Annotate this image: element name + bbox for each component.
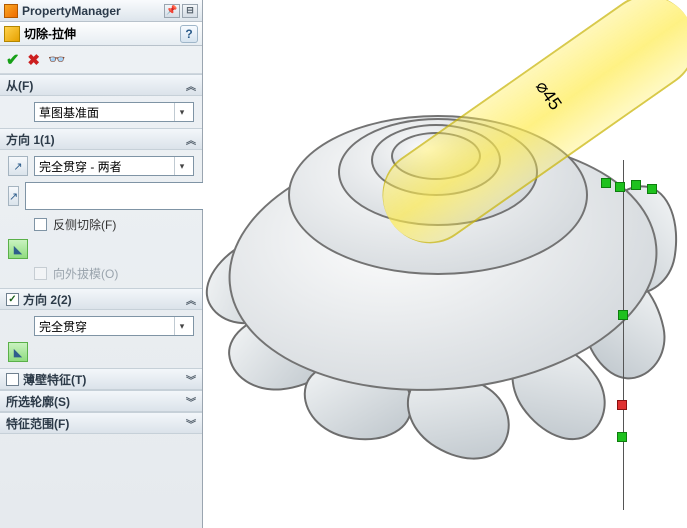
start-condition-dropdown[interactable]: 草图基准面 ▾ [34, 102, 194, 122]
section-title-dir2: 方向 2(2) [23, 291, 72, 308]
section-header-contours[interactable]: 所选轮廓(S) ︾ [0, 390, 202, 412]
thin-enable-checkbox[interactable]: ✓ [6, 373, 19, 386]
section-header-dir1[interactable]: 方向 1(1) ︽ [0, 128, 202, 150]
drag-handle[interactable] [615, 182, 625, 192]
draft-button[interactable]: ◣ [8, 239, 28, 259]
chevron-down-icon: ▾ [174, 157, 189, 175]
draft-outward-label: 向外拔模(O) [53, 265, 118, 282]
feature-name: 切除-拉伸 [24, 25, 180, 42]
chevron-down-icon: ︾ [186, 394, 196, 409]
flip-side-checkbox-row[interactable]: 反侧切除(F) [8, 216, 194, 233]
section-title-thin: 薄壁特征(T) [23, 371, 86, 388]
chevron-up-icon: ︽ [186, 292, 196, 307]
section-title-from: 从(F) [6, 77, 33, 94]
flip-side-checkbox[interactable] [34, 218, 47, 231]
graphics-viewport[interactable]: ⌀45 145 [203, 0, 687, 528]
section-title-contours: 所选轮廓(S) [6, 393, 70, 410]
panel-title: PropertyManager [22, 4, 121, 18]
centerline [623, 160, 624, 510]
split-button[interactable]: ⊟ [182, 4, 198, 18]
section-header-from[interactable]: 从(F) ︽ [0, 74, 202, 96]
panel-titlebar: PropertyManager 📌 ⊟ [0, 0, 202, 22]
dir2-end-condition-value: 完全贯穿 [39, 318, 87, 335]
dir1-end-condition-dropdown[interactable]: 完全贯穿 - 两者 ▾ [34, 156, 194, 176]
draft-outward-checkbox [34, 267, 47, 280]
section-body-from: 草图基准面 ▾ [0, 96, 202, 128]
action-row: ✔ ✖ 👓 [0, 46, 202, 74]
model-preview [213, 60, 673, 470]
chevron-down-icon: ︾ [186, 416, 196, 431]
drag-handle[interactable] [647, 184, 657, 194]
dir1-end-condition-value: 完全贯穿 - 两者 [39, 158, 122, 175]
ok-button[interactable]: ✔ [6, 50, 19, 70]
cut-extrude-icon [4, 26, 20, 42]
section-header-scope[interactable]: 特征范围(F) ︾ [0, 412, 202, 434]
chevron-up-icon: ︽ [186, 132, 196, 147]
origin-handle[interactable] [617, 400, 627, 410]
property-manager-panel: PropertyManager 📌 ⊟ 切除-拉伸 ? ✔ ✖ 👓 从(F) ︽ [0, 0, 203, 528]
dir2-end-condition-dropdown[interactable]: 完全贯穿 ▾ [34, 316, 194, 336]
pin-button[interactable]: 📌 [164, 4, 180, 18]
section-body-dir2: 完全贯穿 ▾ ◣ [0, 310, 202, 368]
section-header-dir2[interactable]: ✓ 方向 2(2) ︽ [0, 288, 202, 310]
dir2-draft-button[interactable]: ◣ [8, 342, 28, 362]
dir1-depth-input[interactable] [25, 182, 212, 210]
section-title-scope: 特征范围(F) [6, 415, 69, 432]
help-button[interactable]: ? [180, 25, 198, 43]
drag-handle[interactable] [617, 432, 627, 442]
reverse-direction-button[interactable]: ↗ [8, 156, 28, 176]
feature-header: 切除-拉伸 ? [0, 22, 202, 46]
chevron-down-icon: ▾ [174, 317, 189, 335]
dir2-enable-checkbox[interactable]: ✓ [6, 293, 19, 306]
draft-outward-row: 向外拔模(O) [8, 265, 194, 282]
section-body-dir1: ↗ 完全贯穿 - 两者 ▾ ↗ 反侧切除(F) ◣ 向外拔模(O) [0, 150, 202, 288]
section-header-thin[interactable]: ✓ 薄壁特征(T) ︾ [0, 368, 202, 390]
chevron-up-icon: ︽ [186, 78, 196, 93]
cancel-button[interactable]: ✖ [27, 51, 40, 69]
drag-handle[interactable] [631, 180, 641, 190]
start-condition-value: 草图基准面 [39, 104, 99, 121]
chevron-down-icon: ▾ [174, 103, 189, 121]
chevron-down-icon: ︾ [186, 372, 196, 387]
drag-handle[interactable] [618, 310, 628, 320]
preview-button[interactable]: 👓 [48, 51, 65, 68]
panel-icon [4, 4, 18, 18]
drag-handle[interactable] [601, 178, 611, 188]
flip-side-label: 反侧切除(F) [53, 216, 116, 233]
direction-vector-icon[interactable]: ↗ [8, 186, 19, 206]
section-title-dir1: 方向 1(1) [6, 131, 55, 148]
